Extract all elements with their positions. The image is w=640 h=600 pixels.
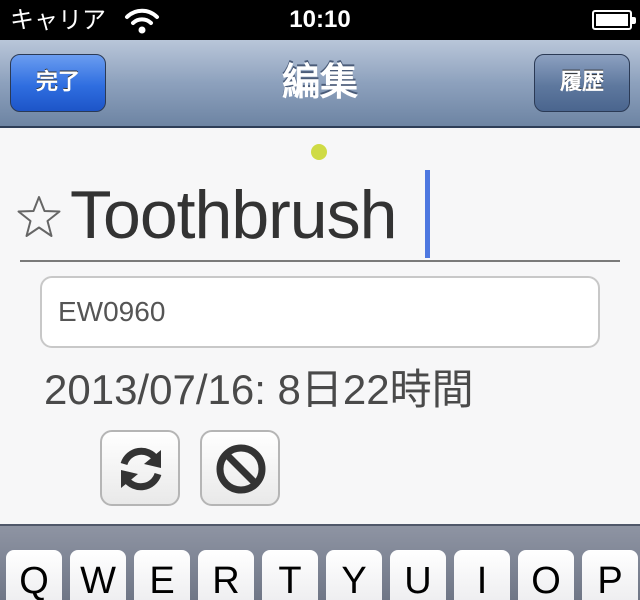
history-button[interactable]: 履歴	[534, 54, 630, 112]
key-y[interactable]: Y	[326, 550, 382, 600]
text-cursor	[425, 170, 430, 258]
status-bar: キャリア 10:10	[0, 0, 640, 40]
star-outline-icon[interactable]	[16, 194, 62, 240]
key-u[interactable]: U	[390, 550, 446, 600]
clock: 10:10	[289, 6, 351, 33]
key-p[interactable]: P	[582, 550, 638, 600]
status-dot-indicator	[311, 144, 327, 160]
battery-icon	[592, 10, 636, 30]
item-name-input[interactable]: Toothbrush	[70, 170, 397, 260]
title-underline	[20, 260, 620, 262]
code-field[interactable]: EW0960	[40, 276, 600, 348]
navigation-bar: 完了 編集 履歴	[0, 40, 640, 128]
edit-form: Toothbrush EW0960 2013/07/16: 8日22時間	[0, 130, 640, 524]
keyboard: QWERTYUIOP	[0, 524, 640, 600]
key-o[interactable]: O	[518, 550, 574, 600]
key-e[interactable]: E	[134, 550, 190, 600]
key-t[interactable]: T	[262, 550, 318, 600]
key-i[interactable]: I	[454, 550, 510, 600]
key-r[interactable]: R	[198, 550, 254, 600]
date-elapsed-label: 2013/07/16: 8日22時間	[44, 366, 474, 413]
refresh-button[interactable]	[100, 430, 180, 506]
refresh-icon	[120, 447, 162, 491]
prohibit-icon	[216, 444, 266, 494]
key-w[interactable]: W	[70, 550, 126, 600]
key-q[interactable]: Q	[6, 550, 62, 600]
cancel-button[interactable]	[200, 430, 280, 506]
